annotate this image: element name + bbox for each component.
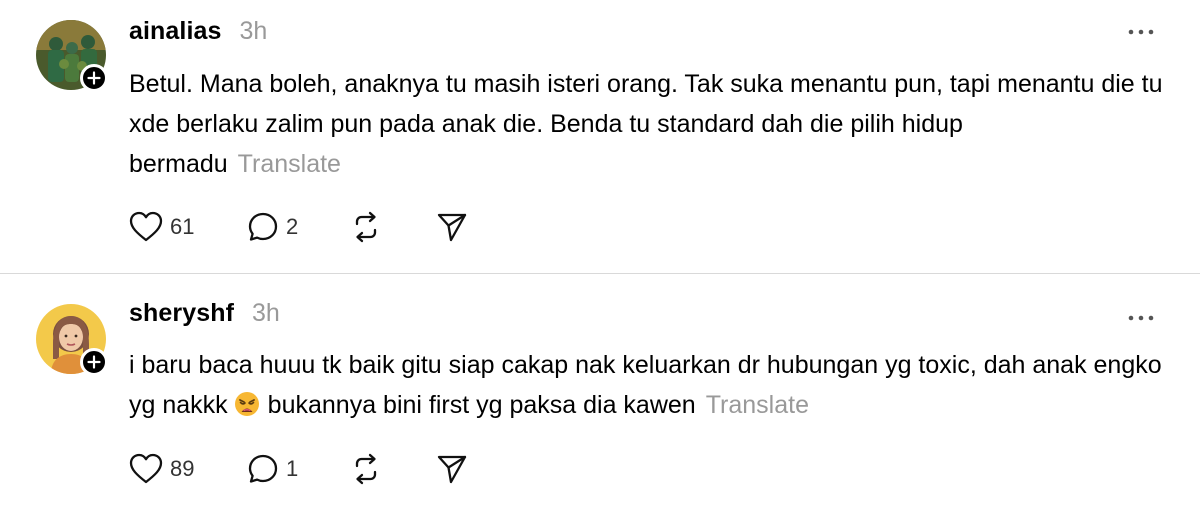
- action-bar: 89 1: [128, 450, 469, 488]
- translate-link[interactable]: Translate: [238, 150, 341, 178]
- share-button[interactable]: [435, 452, 469, 486]
- post-header: ainalias 3h: [129, 17, 267, 53]
- repost-button[interactable]: [349, 210, 435, 244]
- post-body-part-2: bukannya bini first yg paksa dia kawen: [267, 391, 696, 419]
- follow-button[interactable]: [80, 64, 108, 92]
- avatar-wrap: [36, 20, 108, 92]
- send-icon: [437, 455, 467, 484]
- reply-button[interactable]: 1: [246, 452, 349, 486]
- thread-post: ainalias 3h Betul. Mana boleh, anaknya t…: [0, 0, 1200, 273]
- reply-button[interactable]: 2: [246, 210, 349, 244]
- weary-face-emoji: [234, 389, 260, 429]
- like-count: 89: [170, 456, 195, 481]
- post-text: Betul. Mana boleh, anaknya tu masih iste…: [129, 64, 1169, 184]
- more-button[interactable]: [1126, 22, 1156, 42]
- more-button[interactable]: [1126, 308, 1156, 328]
- reply-count: 2: [286, 214, 299, 239]
- repost-icon: [355, 211, 377, 243]
- plus-icon: [87, 71, 101, 85]
- translate-link[interactable]: Translate: [706, 391, 809, 419]
- more-icon: [1128, 315, 1154, 321]
- more-icon: [1128, 29, 1154, 35]
- timestamp[interactable]: 3h: [252, 299, 280, 328]
- like-button[interactable]: 61: [128, 210, 246, 244]
- avatar-wrap: [36, 304, 108, 376]
- plus-icon: [87, 355, 101, 369]
- follow-button[interactable]: [80, 348, 108, 376]
- thread-post: sheryshf 3h i baru baca huuu tk baik git…: [0, 274, 1200, 507]
- repost-button[interactable]: [349, 452, 435, 486]
- heart-icon: [129, 211, 163, 242]
- post-header: sheryshf 3h: [129, 299, 280, 335]
- reply-count: 1: [286, 456, 299, 481]
- heart-icon: [129, 453, 163, 484]
- share-button[interactable]: [435, 210, 469, 244]
- timestamp[interactable]: 3h: [240, 17, 268, 46]
- action-bar: 61 2: [128, 208, 469, 246]
- like-count: 61: [170, 214, 195, 239]
- comment-icon: [248, 454, 278, 483]
- username[interactable]: sheryshf: [129, 299, 234, 328]
- post-text: i baru baca huuu tk baik gitu siap cakap…: [129, 345, 1169, 429]
- repost-icon: [355, 453, 377, 485]
- send-icon: [437, 213, 467, 242]
- like-button[interactable]: 89: [128, 452, 246, 486]
- username[interactable]: ainalias: [129, 17, 222, 46]
- comment-icon: [248, 212, 278, 241]
